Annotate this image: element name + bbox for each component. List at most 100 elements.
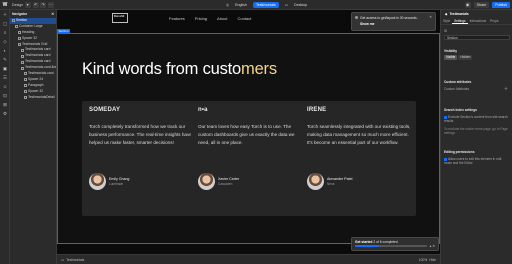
element-icon bbox=[18, 43, 21, 46]
add-icon[interactable]: ＋ bbox=[0, 10, 10, 19]
publish-button[interactable]: Publish bbox=[492, 2, 510, 8]
zoom-level[interactable]: 100% bbox=[419, 258, 427, 262]
components-icon[interactable]: ◇ bbox=[0, 37, 10, 46]
tool-buttons: ↶ ↷ ⋯ bbox=[32, 1, 54, 8]
webflow-logo-icon[interactable]: W bbox=[0, 0, 10, 10]
navigator-tree: Section Container Large Heading Spacer 32 Te… bbox=[10, 18, 56, 100]
testimonial-card[interactable]: SOMEDAY Torch completely transformed how… bbox=[82, 101, 198, 216]
variables-icon[interactable]: ◐ bbox=[0, 46, 10, 55]
id-label: ID bbox=[444, 29, 448, 33]
device-label[interactable]: Desktop bbox=[294, 3, 307, 7]
avatar bbox=[307, 173, 324, 190]
element-name: Testimonials bbox=[449, 12, 469, 16]
cms-icon[interactable]: ☰ bbox=[0, 73, 10, 82]
tab-interactions[interactable]: Interactions bbox=[468, 18, 488, 24]
users-icon[interactable]: ☺ bbox=[0, 82, 10, 91]
bottom-breadcrumb-bar: ▭ Testimonials 100% Hide bbox=[57, 254, 440, 264]
locale-selector[interactable]: English bbox=[235, 3, 247, 7]
toast-action-link[interactable]: Show me bbox=[360, 22, 432, 26]
element-icon bbox=[15, 25, 18, 29]
section-headline[interactable]: Kind words from customers bbox=[82, 60, 277, 79]
element-title: ◆ Testimonials bbox=[441, 10, 512, 18]
apps-icon[interactable]: ⊞ bbox=[0, 100, 10, 109]
navigator-header: Navigator ✕ bbox=[10, 10, 56, 18]
settings-icon[interactable]: ⚙ bbox=[0, 109, 10, 118]
breakpoint-pill[interactable]: Testimonials bbox=[252, 2, 279, 8]
company-logo: SOMEDAY bbox=[89, 107, 121, 113]
element-icon bbox=[18, 37, 21, 41]
element-icon bbox=[24, 78, 27, 82]
assets-icon[interactable]: ▣ bbox=[0, 64, 10, 73]
pages-icon[interactable]: ▢ bbox=[0, 19, 10, 28]
panel-tabs: Style Settings Interactions Props bbox=[441, 18, 512, 25]
tab-props[interactable]: Props bbox=[488, 18, 500, 24]
element-icon bbox=[18, 31, 21, 35]
navigator-title: Navigator bbox=[12, 12, 28, 16]
person-company: Lumitrade bbox=[109, 182, 124, 187]
testimonial-card[interactable]: n•a Our team loves how easy Torch is to … bbox=[191, 101, 307, 216]
get-started-card[interactable]: Get started 2 of 6 completed ▴ ✕ bbox=[351, 237, 439, 251]
element-icon bbox=[21, 60, 24, 64]
progress-track bbox=[355, 245, 427, 247]
navigator-panel: Navigator ✕ Section Container Large Headin… bbox=[10, 10, 57, 264]
testimonial-quote: Torch completely transformed how we trac… bbox=[89, 124, 192, 145]
tab-style[interactable]: Style bbox=[441, 18, 452, 24]
avatar bbox=[198, 173, 215, 190]
undo-icon[interactable]: ↶ bbox=[32, 1, 39, 8]
navigator-row[interactable]: TestimonialsDetail bbox=[10, 95, 56, 101]
custom-attributes-label: Custom Attributes bbox=[444, 87, 470, 91]
section-icon: ▭ bbox=[61, 257, 65, 262]
site-logo[interactable]: Dat ahX bbox=[112, 13, 128, 23]
person-company: Nexa bbox=[327, 182, 335, 187]
ecommerce-icon[interactable]: ⊡ bbox=[0, 91, 10, 100]
breadcrumb-item[interactable]: Testimonials bbox=[66, 258, 84, 262]
headline-main: Kind words from custo bbox=[82, 60, 242, 78]
testimonial-person: Emily Chang Lumitrade bbox=[89, 173, 129, 190]
hide-toggle[interactable]: Hide bbox=[429, 258, 436, 262]
headline-accent: mers bbox=[241, 60, 277, 78]
mode-switcher[interactable]: Design ▾ bbox=[12, 1, 31, 8]
element-icon bbox=[24, 84, 27, 88]
editing-permission-checkbox[interactable]: Allow users to edit this element in edit… bbox=[444, 157, 508, 165]
element-icon bbox=[21, 54, 24, 58]
progress-title: Get started bbox=[355, 240, 373, 244]
preview-icon[interactable]: ◉ bbox=[464, 2, 471, 8]
toolbar-right: ◉ Share Publish bbox=[464, 0, 510, 10]
progress-fill bbox=[355, 245, 379, 247]
mode-label: Design bbox=[12, 2, 24, 7]
search-exclude-checkbox[interactable]: Exclude Section's content from site sear… bbox=[444, 115, 508, 123]
testimonial-person: Xavier Carter Cascaden bbox=[198, 173, 239, 190]
close-icon[interactable]: ✕ bbox=[51, 10, 54, 18]
section-tag[interactable]: Section bbox=[57, 29, 71, 34]
component-icon: ◆ bbox=[445, 12, 448, 16]
tab-settings[interactable]: Settings bbox=[452, 18, 468, 24]
site-nav-pricing[interactable]: Pricing bbox=[195, 16, 207, 21]
site-nav-about[interactable]: About bbox=[217, 16, 227, 21]
company-logo: IRENE bbox=[307, 107, 327, 113]
visibility-hidden-option[interactable]: Hidden bbox=[458, 55, 473, 60]
share-button[interactable]: Share bbox=[473, 2, 490, 8]
styles-icon[interactable]: ✎ bbox=[0, 55, 10, 64]
globe-icon: ◎ bbox=[226, 3, 230, 7]
search-hint: To exclude the whole home page, go to Pa… bbox=[444, 127, 508, 135]
site-nav-features[interactable]: Features bbox=[169, 16, 185, 21]
navigator-icon[interactable]: ≡ bbox=[0, 28, 10, 37]
toolbar-center: ◎ English Testimonials ▭ Desktop bbox=[226, 0, 307, 10]
site-nav-contact[interactable]: Contact bbox=[237, 16, 251, 21]
chevron-down-icon: ▾ bbox=[24, 1, 31, 8]
id-input[interactable]: Section bbox=[444, 35, 510, 40]
testimonial-card[interactable]: IRENE Torch seamlessly integrated with o… bbox=[300, 101, 416, 216]
editing-permission-label: Allow users to edit this element in edit… bbox=[444, 157, 502, 165]
add-icon[interactable]: ＋ bbox=[504, 86, 508, 92]
navigator-row-label: TestimonialsDetail bbox=[28, 94, 55, 99]
expand-icon[interactable]: ▴ ✕ bbox=[430, 244, 435, 248]
editing-permissions-title: Editing permissions bbox=[444, 150, 475, 154]
more-icon[interactable]: ⋯ bbox=[47, 1, 54, 8]
design-canvas[interactable]: Dat ahX Features Pricing About Contact S… bbox=[57, 10, 440, 254]
redo-icon[interactable]: ↷ bbox=[40, 1, 47, 8]
visibility-visible-option[interactable]: Visible bbox=[444, 55, 458, 60]
company-logo: n•a bbox=[198, 107, 208, 113]
settings-panel: ◆ Testimonials Style Settings Interactio… bbox=[440, 10, 512, 264]
close-icon[interactable]: ✕ bbox=[429, 15, 432, 19]
left-icon-rail: ＋ ▢ ≡ ◇ ◐ ✎ ▣ ☰ ☺ ⊡ ⊞ ⚙ bbox=[0, 10, 10, 264]
